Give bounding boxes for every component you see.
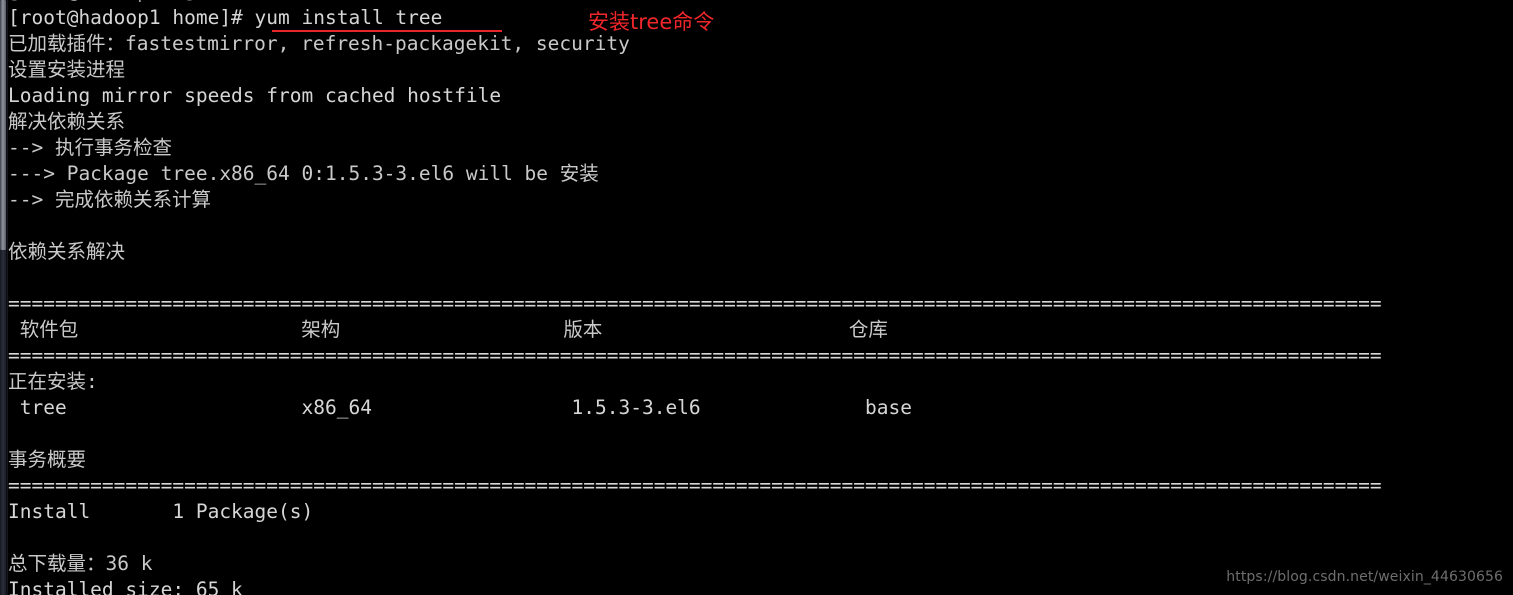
terminal-line-resolving-deps: 解决依赖关系: [8, 110, 126, 133]
terminal-line-installing-label: 正在安装:: [8, 370, 98, 393]
terminal-line-total-download: 总下载量：36 k: [8, 552, 153, 575]
terminal-output: [root@hadoop1 ~]# cd /home[root@hadoop1 …: [0, 0, 1513, 595]
terminal-line-sep-mid: ========================================…: [8, 344, 1382, 367]
terminal-line-package-will-be: ---> Package tree.x86_64 0:1.5.3-3.el6 w…: [8, 162, 599, 185]
terminal-line-prompt-line: [root@hadoop1 home]# yum install tree: [8, 6, 443, 29]
scrollbar-track[interactable]: [0, 250, 6, 595]
terminal-line-package-row: tree x86_64 1.5.3-3.el6 base: [8, 396, 912, 419]
command-underline-annotation: [272, 30, 502, 32]
terminal-line-loaded-plugins: 已加载插件：fastestmirror, refresh-packagekit,…: [8, 32, 630, 55]
terminal-line-running-check: --> 执行事务检查: [8, 136, 172, 159]
terminal-line-table-header: 软件包 架构 版本 仓库: [8, 318, 888, 341]
terminal-scrollbar[interactable]: [0, 0, 8, 595]
terminal-window[interactable]: [root@hadoop1 ~]# cd /home[root@hadoop1 …: [0, 0, 1513, 595]
annotation-note-label: 安装tree命令: [588, 10, 715, 34]
terminal-line-installed-size: Installed size: 65 k: [8, 578, 243, 595]
terminal-line-sep-bottom: ========================================…: [8, 474, 1382, 497]
terminal-line-loading-mirrors: Loading mirror speeds from cached hostfi…: [8, 84, 502, 107]
terminal-line-install-count: Install 1 Package(s): [8, 500, 314, 523]
scrollbar-thumb[interactable]: [0, 0, 6, 250]
watermark-url: https://blog.csdn.net/weixin_44630656: [1226, 569, 1503, 585]
terminal-line-finished-dep-res: --> 完成依赖关系计算: [8, 188, 211, 211]
terminal-line-transaction-summary: 事务概要: [8, 448, 87, 471]
terminal-line-setting-up: 设置安装进程: [8, 58, 126, 81]
terminal-line-sep-top: ========================================…: [8, 292, 1382, 315]
terminal-line-deps-resolved: 依赖关系解决: [8, 240, 126, 263]
